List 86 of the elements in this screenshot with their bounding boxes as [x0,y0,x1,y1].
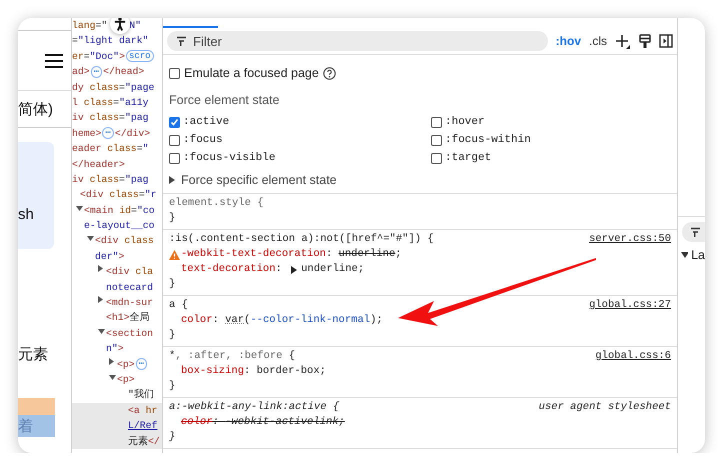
expanded-arrow-icon[interactable] [87,236,94,242]
css-selector: * [169,349,176,364]
section-title: Force element state [169,93,280,107]
emulate-focus-checkbox[interactable]: Emulate a focused page [169,66,319,80]
source-link[interactable]: global.css:6 [595,349,671,364]
add-rule-button[interactable] [615,34,631,48]
dom-node-line[interactable]: iv class="pag [72,110,162,126]
force-specific-state-toggle[interactable]: Force specific element state [169,173,337,187]
css-selector: { [288,349,296,364]
dom-node-line[interactable]: <div cla [72,264,162,280]
css-selector: a { [169,298,188,313]
css-declaration: -webkit-text-decoration: underline; [163,247,671,262]
dom-node-line[interactable]: <p> ⋯ [72,356,162,372]
dom-node-line[interactable]: ="light dark" [72,33,162,49]
body-text: 元素 [18,345,49,364]
dom-node-line[interactable]: dy class="page [72,80,162,95]
dom-node-line[interactable]: l class="a11y [72,94,162,110]
pseudo-state-checkbox[interactable]: :focus-within [431,131,671,149]
dom-node-line[interactable]: <section [72,326,162,342]
collapsed-arrow-icon[interactable] [109,358,114,365]
sidebar-toggle-icon[interactable] [659,34,673,48]
dom-node-line[interactable]: <h1>全局 [72,310,162,326]
pseudo-state-checkbox[interactable]: :focus-visible [169,149,431,167]
collapsed-arrow-icon [169,176,175,184]
css-declaration: box-sizing: border-box; [180,364,327,379]
dom-node-line[interactable]: er="Doc"> scro [72,48,162,64]
dom-node-line[interactable]: <p> [72,372,162,388]
css-declaration: color: -webkit-activelink; [180,415,346,430]
accessibility-icon[interactable] [110,18,130,34]
css-selector: , :after, :before [175,349,282,364]
dom-node-line[interactable]: <div class [72,233,162,249]
closing-brace: } [169,379,176,394]
active-tab-indicator [163,26,218,28]
dom-node-line[interactable]: ad> ⋯ </head> [72,64,162,80]
collapsed-arrow-icon[interactable] [98,265,103,272]
state-toggle-button[interactable]: .cls [589,34,607,48]
notice-card: sh [18,142,54,249]
dom-node-line[interactable]: "我们 [72,387,162,403]
filter-field[interactable]: Filter [167,31,548,51]
collapsed-arrow-icon[interactable] [98,296,103,304]
css-selector: :is(.content-section a):not([href^="#"]) { [169,232,434,247]
dom-node-line[interactable]: </header> [72,156,162,172]
filter-icon [176,36,187,46]
language-label: 简体) [18,91,71,128]
pseudo-state-checkbox[interactable]: :hover [431,113,671,131]
dom-node-line[interactable]: <main id="co [72,202,162,218]
help-icon[interactable] [322,66,336,80]
source-label: user agent stylesheet [538,400,671,415]
dom-node-line[interactable]: iv class="pag [72,172,162,188]
closing-brace: } [169,277,176,292]
expanded-arrow-icon[interactable] [98,328,105,334]
layers-section-header[interactable]: La [678,248,705,262]
dom-node-line[interactable]: eader class=" [72,141,162,157]
css-selector: element.style { [169,196,264,211]
closing-brace: } [169,211,176,226]
closing-brace: } [169,430,176,445]
css-declaration: text-decoration: underline; [180,262,366,277]
paint-brush-icon[interactable] [639,34,651,48]
css-selector: a:-webkit-any-link:active { [169,400,340,415]
expanded-arrow-icon [681,252,688,258]
expanded-arrow-icon[interactable] [76,206,83,211]
dom-node-line[interactable]: notecard [72,280,162,296]
filter-input[interactable]: Filter [193,32,548,50]
dom-node-line[interactable]: lang=" N" [72,18,162,34]
check-icon [170,118,179,126]
dom-node-line[interactable]: der"> [72,248,162,264]
dom-node-line[interactable]: e-layout__co [72,218,162,234]
source-link[interactable]: server.css:50 [589,232,671,247]
filter-icon [690,226,701,238]
pseudo-state-checkbox[interactable]: :active [169,113,431,131]
warning-icon [169,250,180,260]
banner-text: 着 [18,415,55,437]
expand-arrow-icon[interactable] [290,266,298,274]
closing-brace: } [169,328,176,343]
state-toggle-button[interactable]: :hov [556,34,581,48]
source-link[interactable]: global.css:27 [589,298,671,313]
dom-node-line[interactable]: <div class="r [72,187,162,203]
menu-icon[interactable] [45,54,63,68]
dom-node-line[interactable]: n"> [72,341,162,357]
pseudo-state-checkbox[interactable]: :target [431,149,671,167]
dom-node-line[interactable]: <mdn-sur [72,295,162,310]
dom-node-line[interactable]: heme> ⋯ </div> [72,126,162,142]
css-declaration: color: var(--color-link-normal); [180,313,384,328]
pseudo-state-checkbox[interactable]: :focus [169,131,431,149]
expanded-arrow-icon[interactable] [109,374,116,380]
highlight-bar [18,398,55,415]
